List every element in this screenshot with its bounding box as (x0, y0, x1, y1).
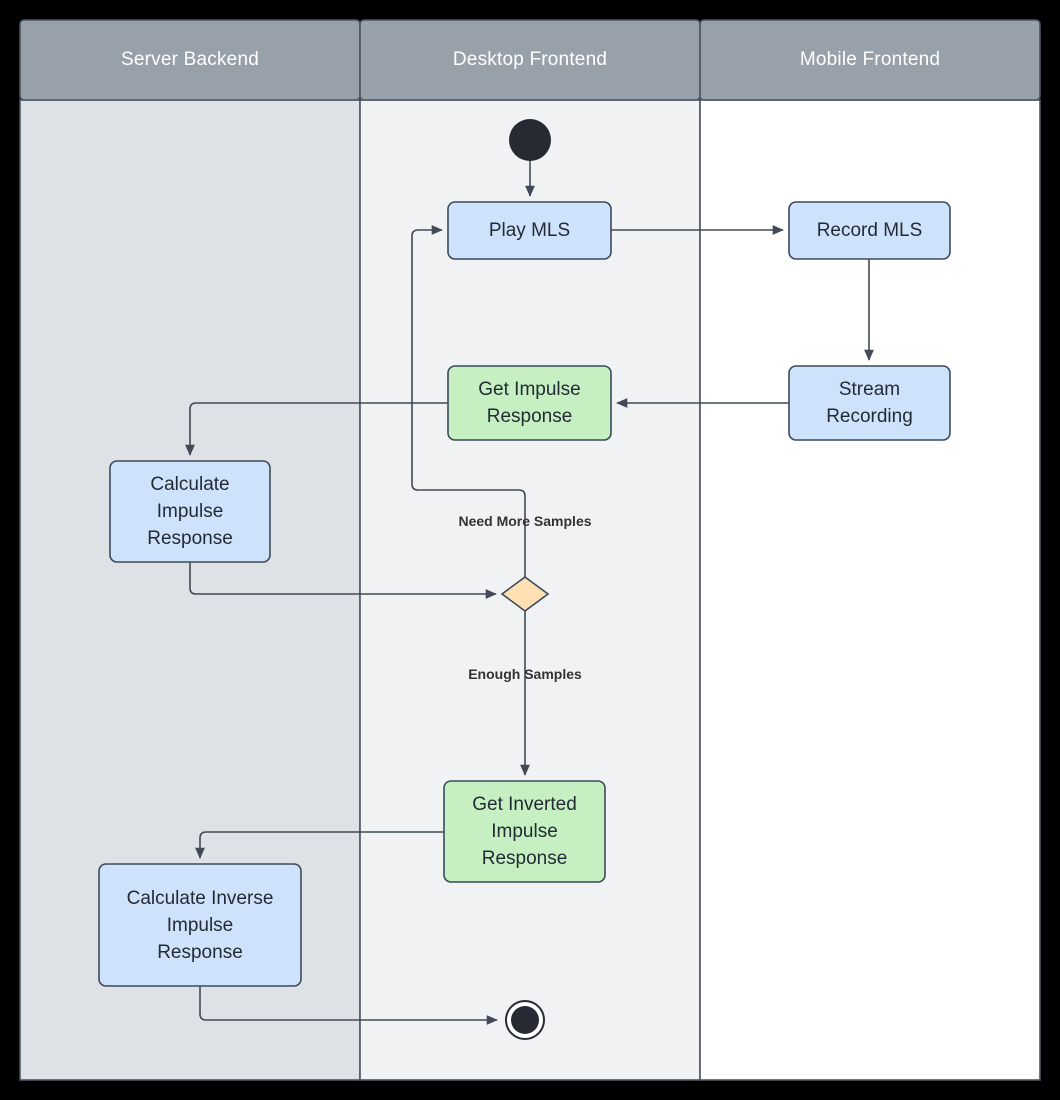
node-get-inverted-impulse-response[interactable] (443, 780, 606, 883)
node-record-mls[interactable] (788, 201, 951, 260)
lane-header-server (19, 19, 361, 101)
node-calculate-inverse-impulse-response[interactable] (98, 863, 302, 987)
diagram-canvas (19, 19, 1041, 1081)
start-node (509, 119, 551, 161)
node-get-impulse-response[interactable] (447, 365, 612, 441)
lane-header-mobile (699, 19, 1041, 101)
swimlane-diagram: Server Backend Desktop Frontend Mobile F… (0, 0, 1060, 1100)
node-calculate-impulse-response[interactable] (109, 460, 271, 563)
lane-header-desktop (359, 19, 701, 101)
lane-mobile (699, 19, 1041, 1081)
end-node (505, 1000, 545, 1040)
node-stream-recording[interactable] (788, 365, 951, 441)
node-play-mls[interactable] (447, 201, 612, 260)
